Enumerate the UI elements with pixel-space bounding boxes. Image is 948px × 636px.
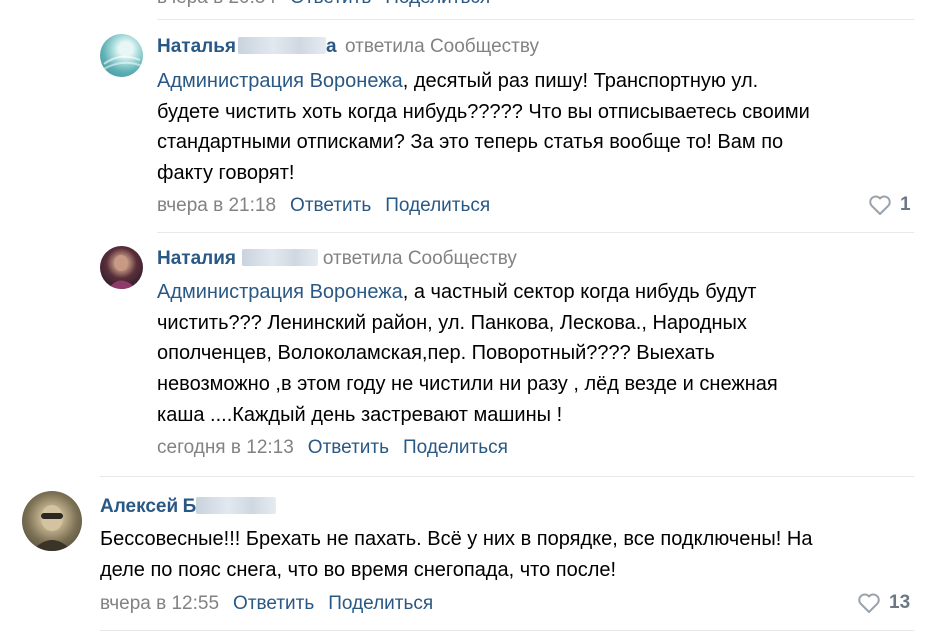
author-name-end[interactable]: а bbox=[326, 36, 337, 57]
like-button[interactable]: 13 bbox=[857, 592, 910, 614]
mention-link[interactable]: Администрация Воронежа bbox=[157, 70, 403, 92]
reply-link[interactable]: Ответить bbox=[233, 593, 314, 614]
text-line: каша ....Каждый день застревают машины ! bbox=[157, 403, 563, 426]
author-name[interactable]: Наталья bbox=[157, 36, 236, 57]
reply-link[interactable]: Ответить bbox=[290, 195, 371, 216]
comment-time: вчера в 21:18 bbox=[157, 195, 277, 216]
blurred-surname bbox=[242, 249, 319, 266]
reply-link[interactable]: Ответить bbox=[290, 0, 371, 8]
divider bbox=[157, 232, 914, 233]
like-button[interactable]: 1 bbox=[868, 194, 911, 216]
avatar-image bbox=[108, 255, 136, 289]
text-line: факту говорят! bbox=[157, 162, 295, 185]
avatar-image bbox=[32, 505, 72, 551]
text-line: чистить??? Ленинский район, ул. Панкова,… bbox=[157, 311, 747, 334]
share-link[interactable]: Поделиться bbox=[385, 0, 490, 8]
replied-label: ответила Сообществу bbox=[322, 248, 517, 269]
avatar[interactable] bbox=[100, 246, 143, 289]
text-line: стандартными отписками? За это теперь ст… bbox=[157, 131, 784, 154]
avatar[interactable] bbox=[100, 34, 143, 77]
comment-time: сегодня в 12:13 bbox=[157, 437, 294, 458]
comment-text: Администрация Воронежа, а частный сектор… bbox=[157, 277, 937, 431]
text-line: Бессовесные!!! Брехать не пахать. Всё у … bbox=[100, 528, 813, 550]
comment-meta: вчера в 12:55 Ответить Поделиться bbox=[100, 593, 433, 615]
like-count: 13 bbox=[889, 592, 911, 613]
author-name[interactable]: Наталия bbox=[157, 248, 236, 269]
comment-header: Наталья а ответила Сообществу bbox=[157, 36, 539, 58]
text-line: деле по пояс снега, что во время снегопа… bbox=[100, 558, 617, 581]
comment-header: Наталия ответила Сообществу bbox=[157, 248, 517, 270]
text-line: невозможно ,в этом году не чистили ни ра… bbox=[157, 373, 778, 396]
comment-text: Администрация Воронежа, десятый раз пишу… bbox=[157, 66, 937, 189]
author-surname-partial[interactable]: Б bbox=[183, 496, 197, 517]
replied-label: ответила Сообществу bbox=[345, 36, 540, 57]
like-count: 1 bbox=[900, 194, 911, 215]
avatar-image bbox=[101, 55, 143, 71]
heart-icon bbox=[858, 593, 880, 613]
comment-text: Бессовесные!!! Брехать не пахать. Всё у … bbox=[100, 524, 930, 585]
divider bbox=[157, 19, 914, 20]
text-line: будете чистить хоть когда нибудь????? Чт… bbox=[157, 100, 810, 123]
reply-link[interactable]: Ответить bbox=[308, 437, 389, 458]
text-line: ополченцев, Волоколамская,пер. Поворотны… bbox=[157, 342, 715, 365]
top-comment-meta: вчера в 20:54 Ответить Поделиться bbox=[157, 0, 490, 9]
comment-meta: сегодня в 12:13 Ответить Поделиться bbox=[157, 437, 508, 459]
comment-time: вчера в 20:54 bbox=[157, 0, 276, 8]
author-name[interactable]: Алексей bbox=[100, 496, 178, 517]
blurred-surname bbox=[238, 37, 326, 54]
share-link[interactable]: Поделиться bbox=[385, 195, 490, 216]
divider bbox=[100, 630, 914, 631]
comment-time: вчера в 12:55 bbox=[100, 593, 220, 614]
mention-link[interactable]: Администрация Воронежа bbox=[157, 281, 403, 303]
blurred-surname bbox=[196, 497, 277, 514]
share-link[interactable]: Поделиться bbox=[403, 437, 508, 458]
avatar[interactable] bbox=[22, 491, 82, 551]
divider bbox=[100, 476, 914, 477]
share-link[interactable]: Поделиться bbox=[328, 593, 433, 614]
text-line: , а частный сектор когда нибудь будут bbox=[402, 281, 757, 303]
comment-meta: вчера в 21:18 Ответить Поделиться bbox=[157, 195, 490, 217]
text-line: , десятый раз пишу! Транспортную ул. bbox=[402, 70, 759, 92]
heart-icon bbox=[869, 195, 891, 215]
comment-header: Алексей Б bbox=[100, 496, 277, 518]
